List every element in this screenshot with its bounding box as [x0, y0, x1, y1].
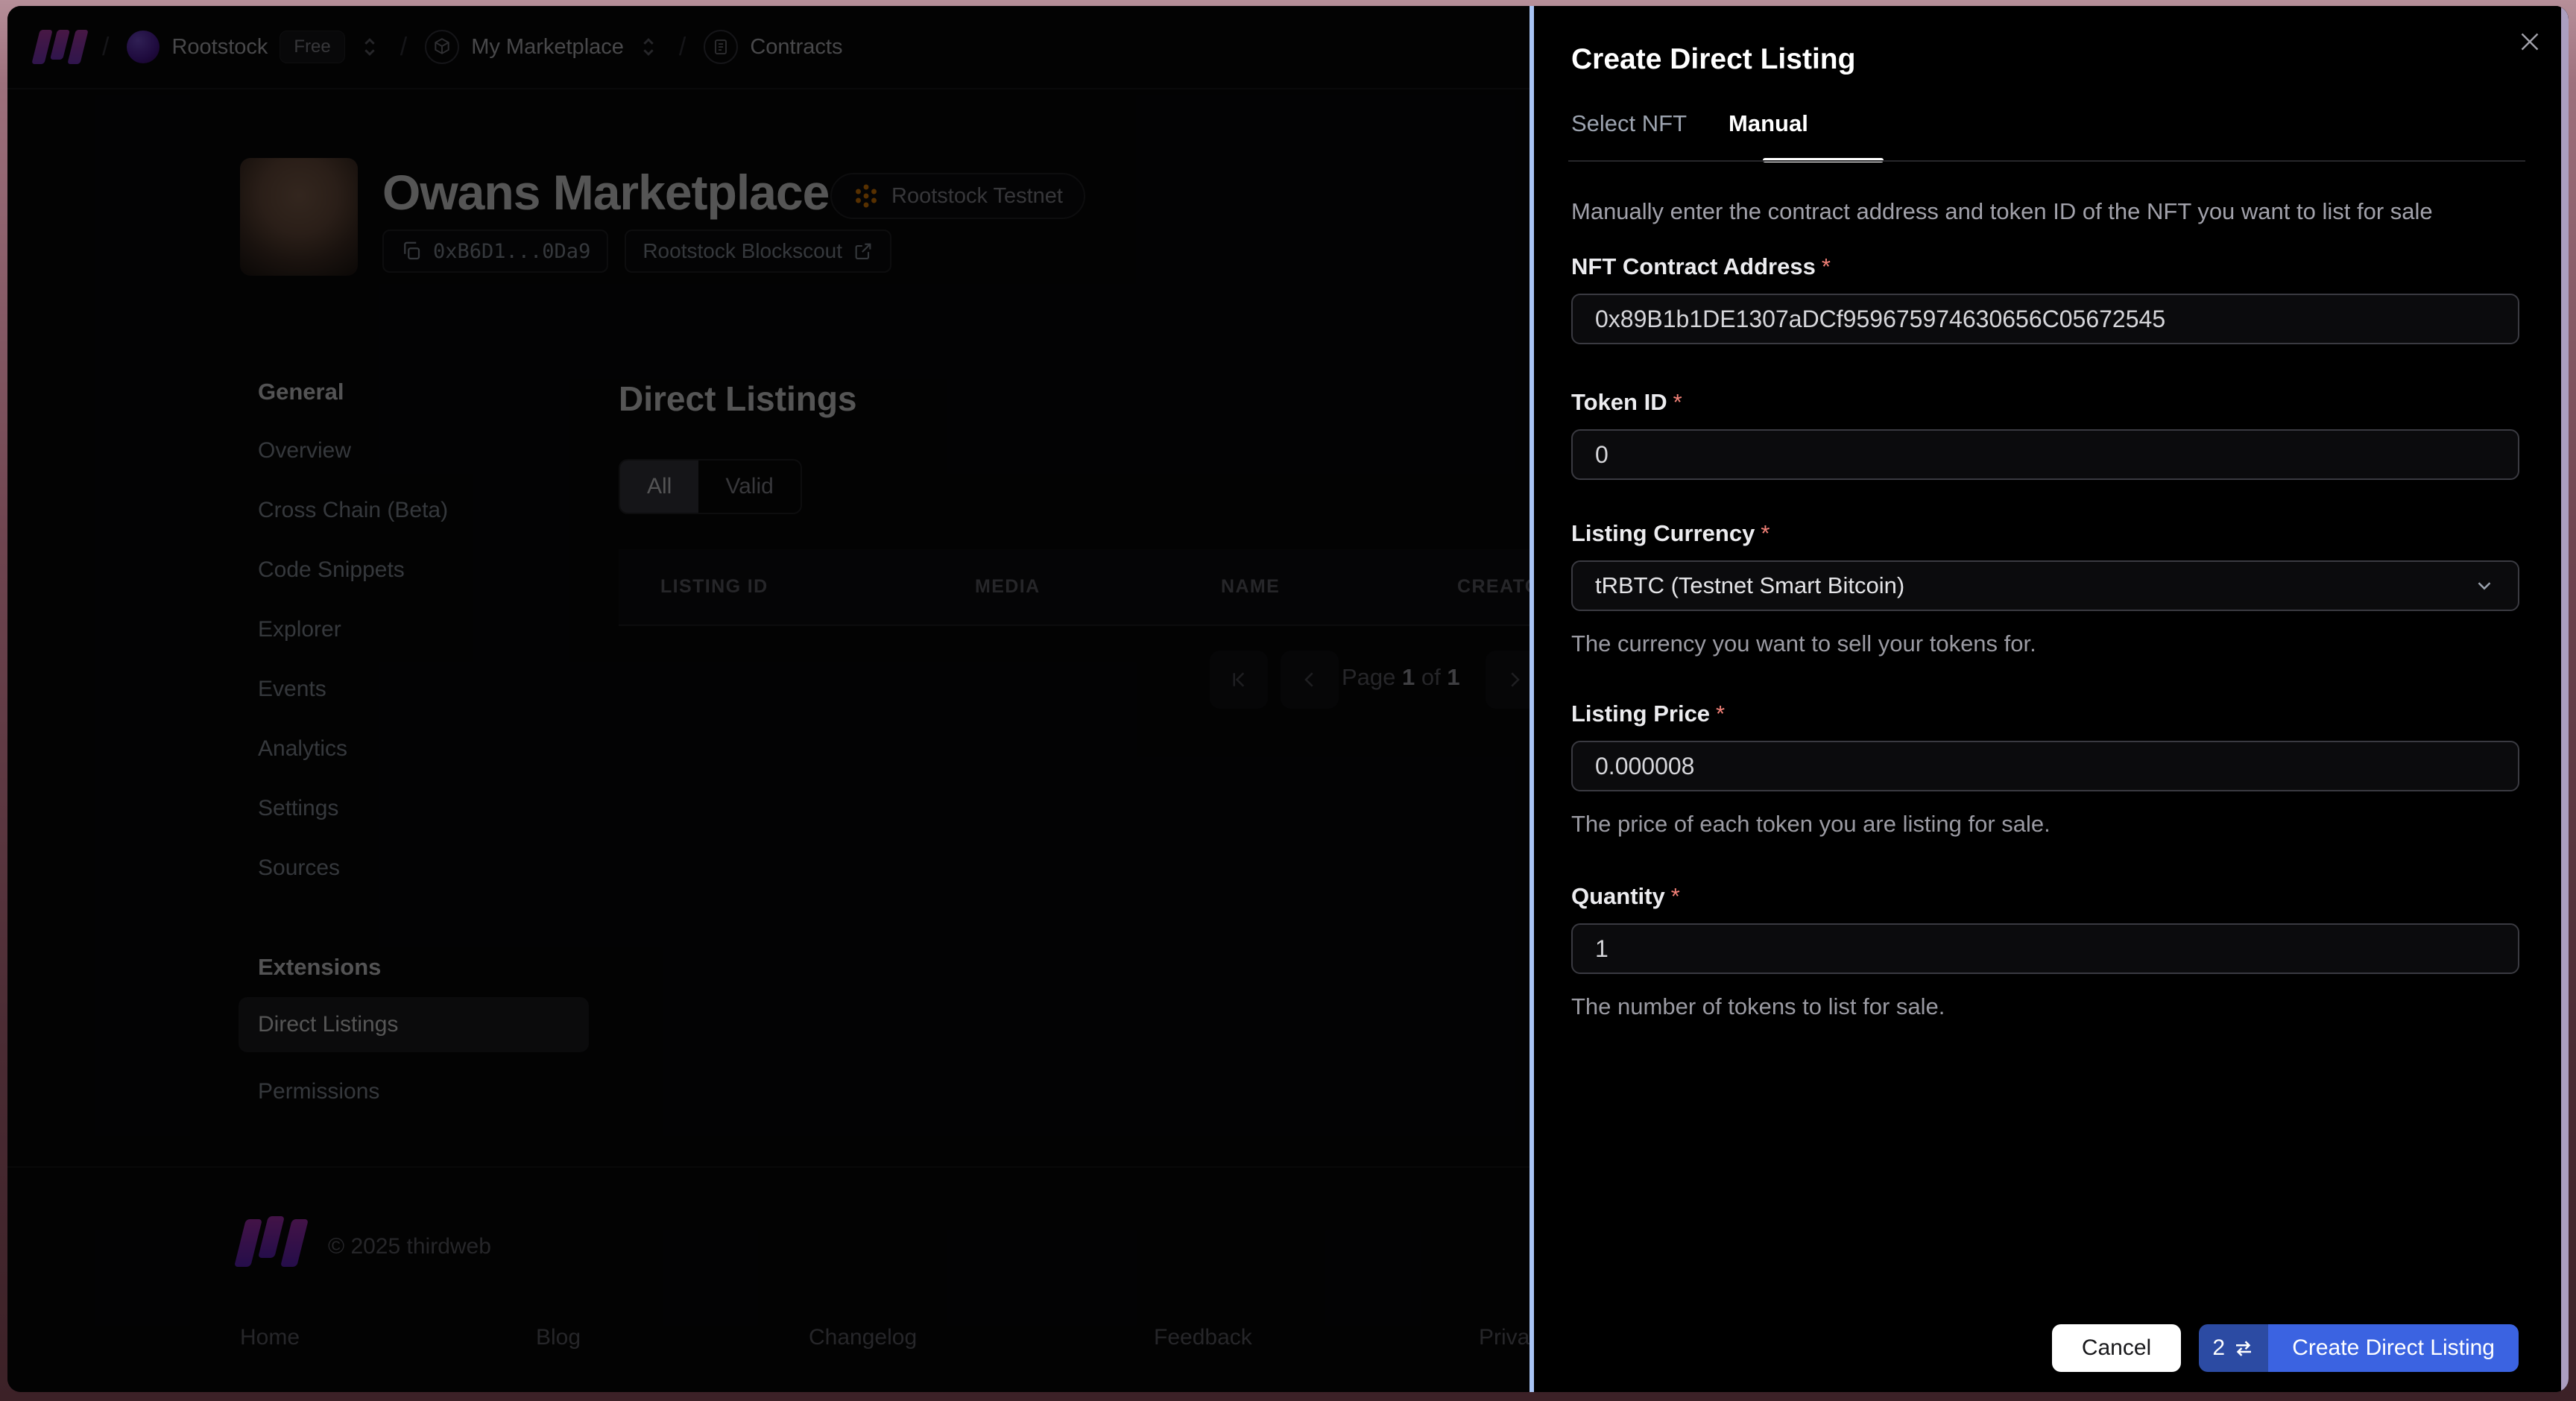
required-asterisk: * [1761, 520, 1770, 546]
tab-select-nft[interactable]: Select NFT [1571, 110, 1687, 156]
drawer-tabs: Select NFT Manual [1571, 110, 1808, 156]
token-id-label: Token ID * [1571, 389, 1682, 415]
listing-price-input[interactable] [1571, 741, 2519, 791]
tx-count-badge[interactable]: 2 [2199, 1324, 2269, 1372]
create-direct-listing-drawer: Create Direct Listing Select NFT Manual … [1534, 6, 2569, 1392]
field-contract-address: NFT Contract Address * [1571, 253, 2519, 344]
drawer-left-border [1530, 6, 1534, 1392]
listing-currency-label: Listing Currency * [1571, 520, 1770, 546]
field-quantity: Quantity* The number of tokens to list f… [1571, 883, 2519, 1020]
currency-selected-value: tRBTC (Testnet Smart Bitcoin) [1595, 572, 1905, 598]
cancel-button[interactable]: Cancel [2051, 1324, 2182, 1372]
required-asterisk: * [1821, 253, 1831, 279]
chevron-down-icon [2478, 582, 2491, 590]
drawer-footer: Cancel 2 Create Direct Listing [2051, 1324, 2519, 1372]
required-asterisk: * [1673, 389, 1682, 415]
quantity-helper-text: The number of tokens to list for sale. [1571, 993, 1945, 1019]
listing-currency-select[interactable]: tRBTC (Testnet Smart Bitcoin) [1571, 560, 2519, 611]
field-listing-price: Listing Price* The price of each token y… [1571, 700, 2519, 838]
submit-button-group: 2 Create Direct Listing [2199, 1324, 2519, 1372]
tab-manual[interactable]: Manual [1729, 110, 1808, 156]
contract-address-label: NFT Contract Address * [1571, 253, 1831, 279]
swap-arrows-icon [2236, 1341, 2252, 1356]
price-helper-text: The price of each token you are listing … [1571, 811, 2051, 837]
drawer-title: Create Direct Listing [1571, 43, 1856, 75]
token-id-input[interactable] [1571, 429, 2519, 480]
drawer-scrollbar[interactable] [2561, 6, 2569, 1392]
listing-price-label: Listing Price * [1571, 700, 1726, 727]
drawer-description: Manually enter the contract address and … [1571, 198, 2433, 224]
contract-address-input[interactable] [1571, 294, 2519, 344]
create-direct-listing-button[interactable]: Create Direct Listing [2268, 1324, 2519, 1372]
modal-dim-overlay[interactable] [7, 6, 1530, 1392]
quantity-input[interactable] [1571, 923, 2519, 974]
required-asterisk: * [1716, 700, 1726, 727]
required-asterisk: * [1670, 883, 1680, 909]
currency-helper-text: The currency you want to sell your token… [1571, 630, 2036, 657]
tx-count: 2 [2212, 1335, 2226, 1360]
quantity-label: Quantity * [1571, 883, 1680, 909]
tabs-divider [1568, 160, 2525, 162]
close-icon[interactable] [2513, 25, 2546, 58]
field-token-id: Token ID * [1571, 389, 2519, 480]
field-listing-currency: Listing Currency * tRBTC (Testnet Smart B… [1571, 520, 2519, 657]
app-window: / Rootstock Free / My Marketplace / [7, 6, 2569, 1392]
